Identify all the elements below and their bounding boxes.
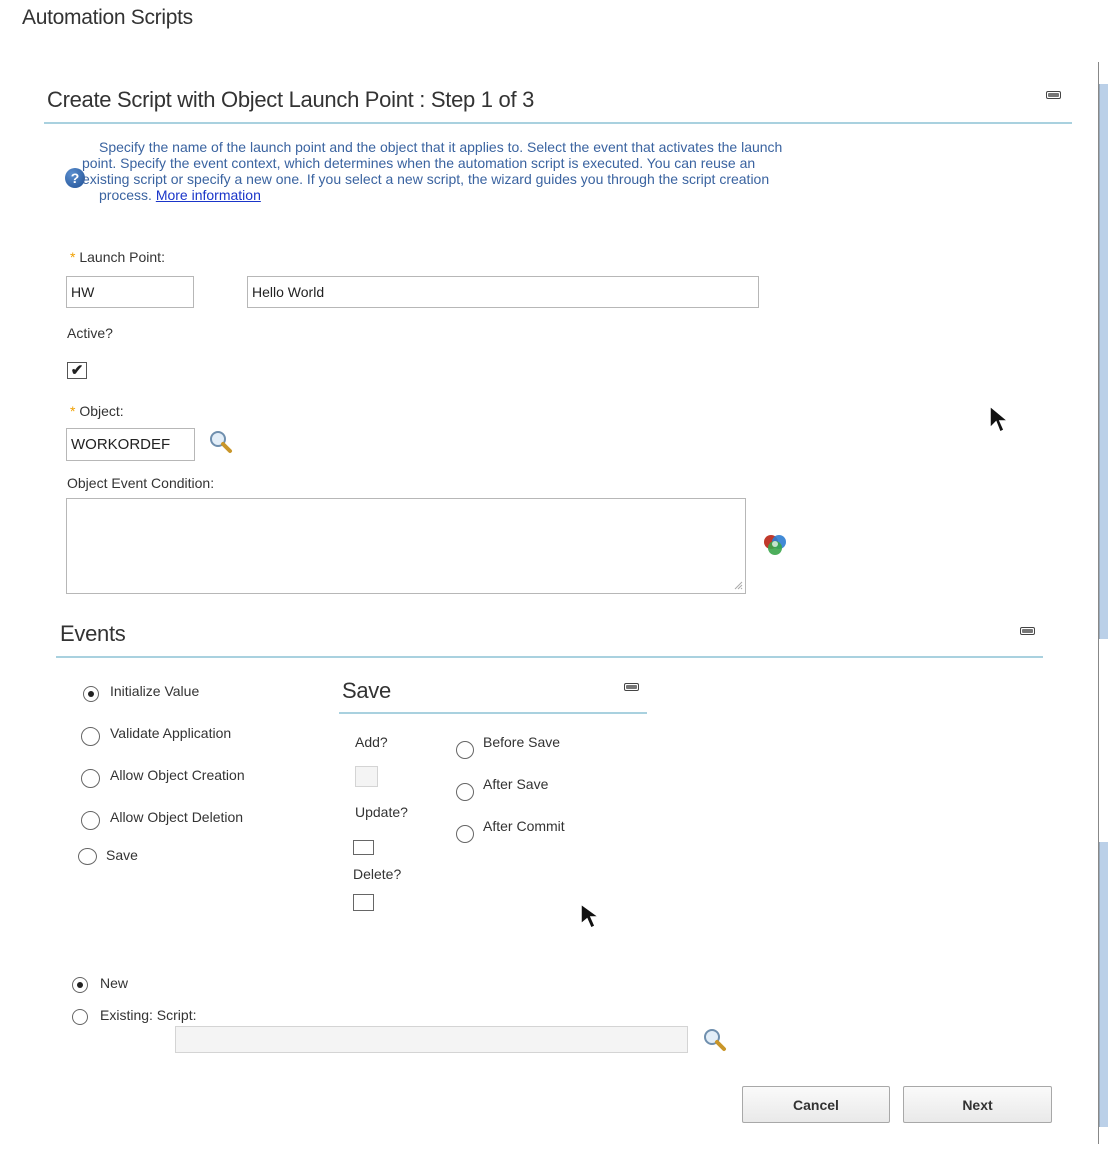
more-information-link[interactable]: More information [156,187,261,203]
scrollbar-track-lower[interactable] [1099,842,1108,1127]
event-allow-object-deletion-label: Allow Object Deletion [110,809,244,825]
mouse-cursor-icon [989,404,1010,434]
help-line-3: existing script or specify a new one. If… [82,171,770,187]
event-validate-application-label: Validate Application [110,725,232,741]
launch-point-label-text: Launch Point: [79,249,165,265]
delete-checkbox[interactable] [353,894,374,911]
wizard-title: Create Script with Object Launch Point :… [47,87,535,112]
update-checkbox[interactable] [353,840,374,855]
launch-point-label: * Launch Point: [70,249,165,265]
resize-grip-icon[interactable] [733,580,743,590]
scrollbar-thumb[interactable] [1099,84,1108,639]
delete-label: Delete? [353,866,402,882]
required-marker: * [70,403,76,419]
wizard-title-divider [44,122,1072,124]
script-existing-label: Existing: Script: [100,1007,197,1023]
app-title: Automation Scripts [22,6,193,29]
save-title-divider [339,712,647,714]
required-marker: * [70,249,76,265]
add-label: Add? [355,734,388,750]
event-validate-application-radio[interactable] [81,727,100,746]
event-allow-object-deletion-radio[interactable] [81,811,100,830]
help-text: Specify the name of the launch point and… [82,139,1039,203]
after-save-radio[interactable] [456,783,474,801]
after-commit-label: After Commit [483,818,565,834]
launch-point-description-input[interactable]: Hello World [247,276,759,308]
after-save-label: After Save [483,776,549,792]
collapse-save-icon[interactable] [624,683,639,691]
active-label: Active? [67,325,113,341]
before-save-radio[interactable] [456,741,474,759]
mouse-cursor-icon [580,902,602,930]
object-input[interactable]: WORKORDEF [66,428,195,461]
object-label: * Object: [70,403,124,419]
save-title: Save [342,678,391,703]
help-line-4: process. [99,187,156,203]
object-lookup-icon[interactable] [208,429,234,455]
vertical-scrollbar[interactable] [1098,62,1108,1144]
event-initialize-value-radio[interactable] [83,686,99,702]
script-existing-radio[interactable] [72,1009,88,1025]
update-label: Update? [355,804,408,820]
event-allow-object-creation-radio[interactable] [81,769,100,788]
events-title-divider [56,656,1043,658]
collapse-events-icon[interactable] [1020,627,1035,635]
active-checkbox[interactable]: ✔ [67,362,87,379]
event-save-radio[interactable] [78,848,97,865]
cancel-button[interactable]: Cancel [742,1086,890,1123]
event-save-label: Save [106,847,138,863]
script-new-label: New [100,975,129,991]
after-commit-radio[interactable] [456,825,474,843]
collapse-wizard-icon[interactable] [1046,91,1061,99]
condition-textarea[interactable] [66,498,746,594]
object-label-text: Object: [79,403,124,419]
events-title: Events [60,621,126,646]
expression-builder-icon[interactable] [762,533,788,557]
script-new-radio[interactable] [72,977,88,993]
next-button[interactable]: Next [903,1086,1052,1123]
event-allow-object-creation-label: Allow Object Creation [110,767,245,783]
event-initialize-value-label: Initialize Value [110,683,200,699]
launch-point-input[interactable]: HW [66,276,194,308]
help-line-2: point. Specify the event context, which … [82,155,756,171]
before-save-label: Before Save [483,734,561,750]
add-checkbox[interactable] [355,766,378,787]
help-line-1: Specify the name of the launch point and… [99,139,783,155]
existing-script-input[interactable] [175,1026,688,1053]
script-lookup-icon[interactable] [702,1027,728,1053]
condition-label: Object Event Condition: [67,475,215,491]
